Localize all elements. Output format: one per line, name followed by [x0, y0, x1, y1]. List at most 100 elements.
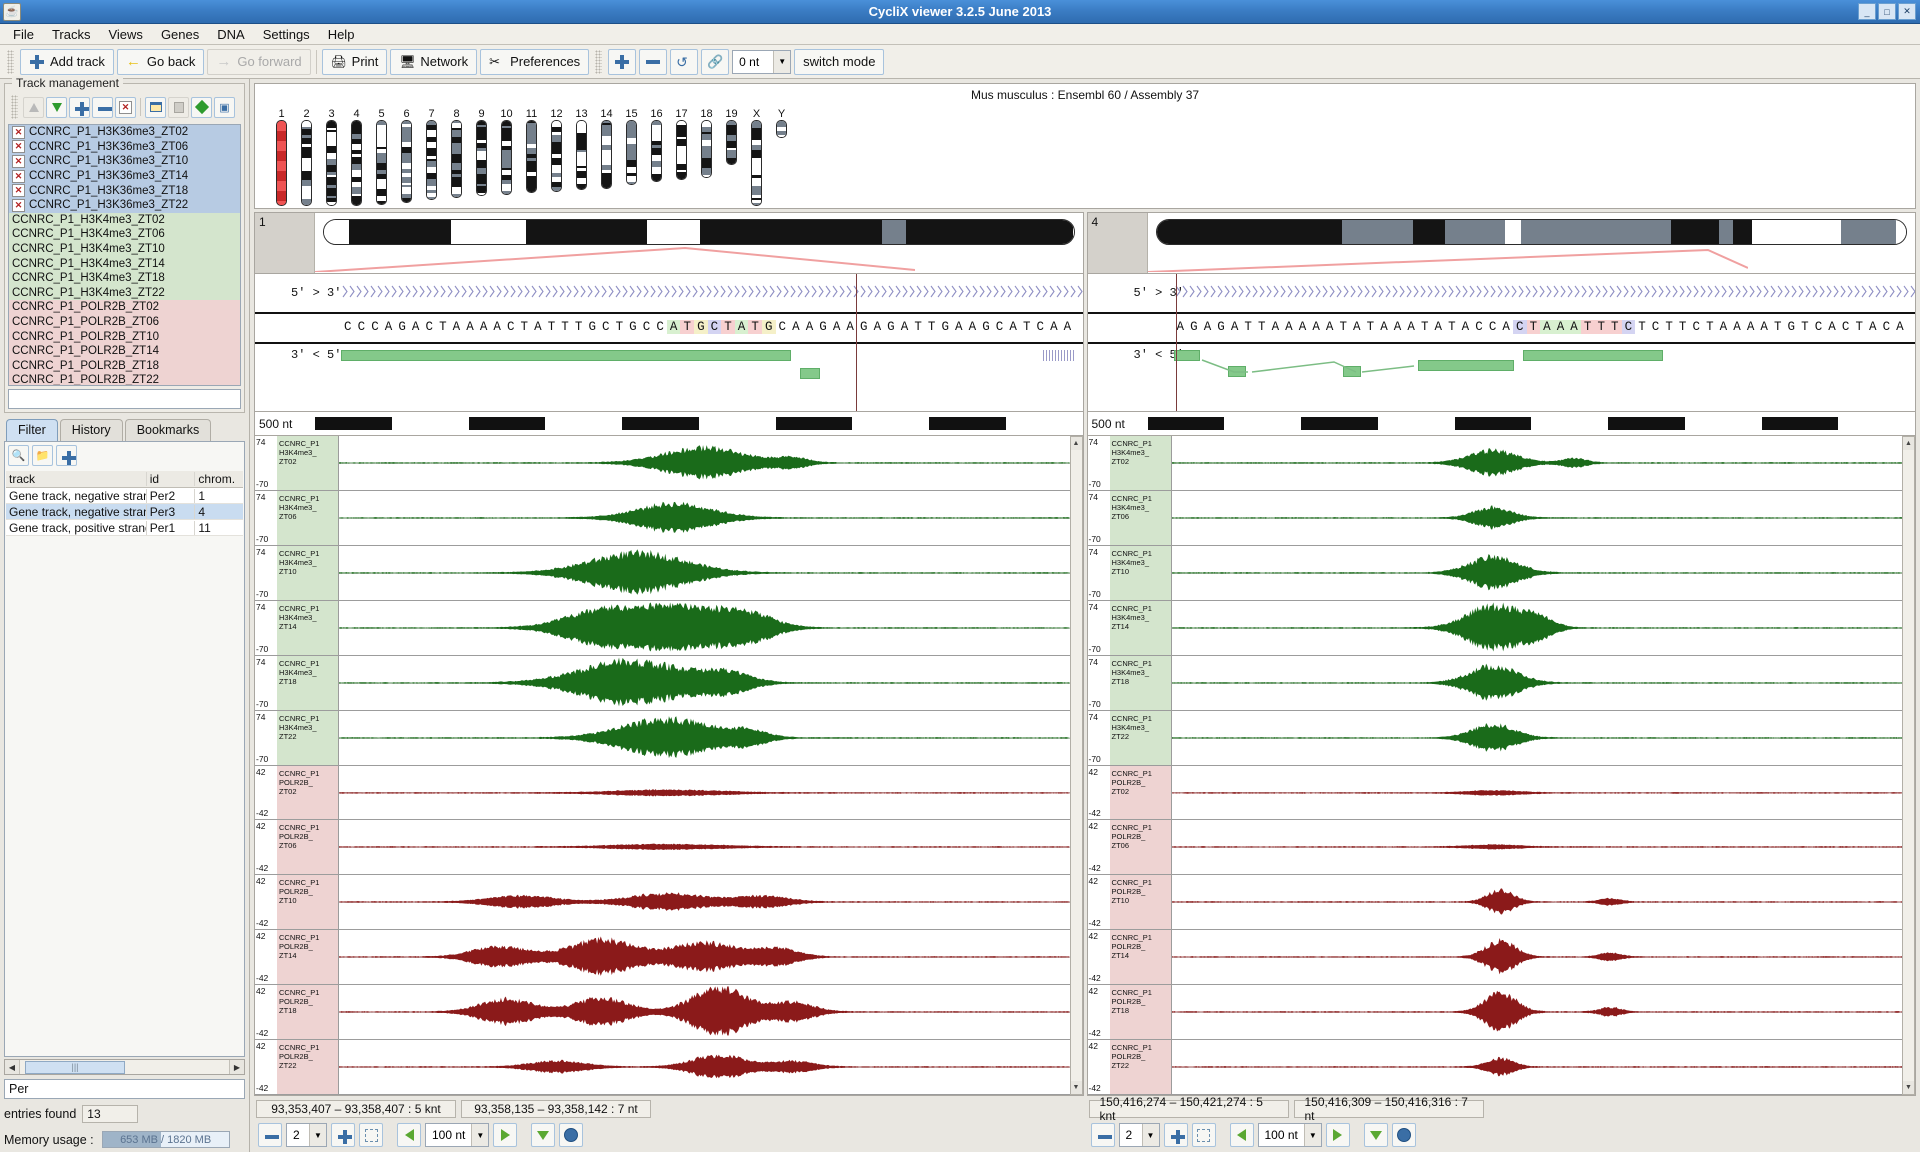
track-plot[interactable] — [1171, 766, 1902, 820]
signal-track[interactable]: 74 -70 CCNRC_P1 H3K4me3_ ZT10 — [1087, 545, 1902, 601]
menu-genes[interactable]: Genes — [152, 25, 208, 44]
track-close-icon[interactable]: ✕ — [12, 140, 25, 154]
signal-track[interactable]: 74 -70 CCNRC_P1 H3K4me3_ ZT06 — [1087, 490, 1902, 546]
chromosome-bands[interactable] — [326, 120, 337, 206]
track-name[interactable]: CCNRC_P1 H3K4me3_ ZT18 — [1109, 655, 1172, 710]
sequence-panel-right[interactable]: 5' > 3' AGAGATTAAAAATATAAATATACCACTAAATT… — [1086, 274, 1916, 412]
chromosome-ideogram-right[interactable]: 4 — [1086, 212, 1916, 274]
signal-track[interactable]: 42 -42 CCNRC_P1 POLR2B_ ZT02 — [255, 765, 1070, 821]
step-back-button-right[interactable] — [1229, 1123, 1254, 1147]
chromosome-bands[interactable] — [301, 120, 312, 206]
gene-feature[interactable] — [341, 350, 791, 361]
chromosome-4[interactable]: 4 — [344, 108, 369, 206]
track-name[interactable]: CCNRC_P1 H3K4me3_ ZT06 — [277, 490, 339, 545]
chromosome-bands[interactable] — [701, 120, 712, 178]
chromosome-1[interactable]: 1 — [269, 108, 294, 206]
search-button[interactable]: 🔍 — [8, 445, 29, 466]
scroll-down-icon[interactable]: ▼ — [1070, 1081, 1082, 1094]
track-name[interactable]: CCNRC_P1 POLR2B_ ZT22 — [277, 1040, 339, 1095]
add-track-small-button[interactable] — [69, 96, 90, 118]
signal-track[interactable]: 74 -70 CCNRC_P1 H3K4me3_ ZT18 — [255, 655, 1070, 711]
track-list-item[interactable]: ✕ CCNRC_P1_H3K36me3_ZT22 — [9, 197, 240, 213]
chromosome-bands[interactable] — [476, 120, 487, 196]
dna-sequence-left[interactable]: CCCAGACTAAAACTATTTGCTGCCATGCTATGCAAGAAGA… — [341, 314, 1075, 340]
sequence-panel-left[interactable]: 5' > 3' CCCAGACTAAAACTATTTGCTGCCATGCTATG… — [254, 274, 1084, 412]
signal-track[interactable]: 74 -70 CCNRC_P1 H3K4me3_ ZT22 — [255, 710, 1070, 766]
jump-down-button-right[interactable] — [1363, 1123, 1388, 1147]
jump-down-button-left[interactable] — [531, 1123, 556, 1147]
refresh-button[interactable]: ↺ — [670, 48, 699, 75]
toolbar-grip-2[interactable] — [595, 49, 603, 74]
preferences-button[interactable]: ✂ Preferences — [480, 48, 590, 75]
new-window-button[interactable] — [145, 96, 166, 118]
track-name[interactable]: CCNRC_P1 H3K4me3_ ZT14 — [1109, 600, 1172, 655]
chromosome-7[interactable]: 7 — [419, 108, 444, 206]
chromosome-17[interactable]: 17 — [669, 108, 694, 206]
dna-sequence-right[interactable]: AGAGATTAAAAATATAAATATACCACTAAATTTCTCTTCT… — [1174, 314, 1908, 340]
step-size-combo-right[interactable]: 100 nt ▼ — [1257, 1123, 1322, 1147]
chromosome-bands[interactable] — [526, 120, 537, 193]
track-list-item[interactable]: CCNRC_P1_H3K4me3_ZT22 — [9, 285, 240, 301]
chromosome-12[interactable]: 12 — [544, 108, 569, 206]
menu-views[interactable]: Views — [99, 25, 151, 44]
signal-track[interactable]: 74 -70 CCNRC_P1 H3K4me3_ ZT02 — [255, 436, 1070, 491]
signal-track[interactable]: 42 -42 CCNRC_P1 POLR2B_ ZT06 — [255, 820, 1070, 876]
chromosome-bands[interactable] — [426, 120, 437, 200]
tab-filter[interactable]: Filter — [6, 419, 58, 441]
tracks-area-left[interactable]: 74 -70 CCNRC_P1 H3K4me3_ ZT02 74 -70 CCNRC_P1 H3… — [254, 436, 1084, 1096]
move-up-button[interactable] — [23, 96, 44, 118]
chevron-down-icon[interactable]: ▼ — [773, 50, 791, 73]
track-close-icon[interactable]: ✕ — [12, 169, 25, 183]
track-plot[interactable] — [339, 930, 1070, 984]
track-name[interactable]: CCNRC_P1 POLR2B_ ZT14 — [1109, 930, 1172, 985]
step-back-button-left[interactable] — [397, 1123, 421, 1147]
signal-track[interactable]: 42 -42 CCNRC_P1 POLR2B_ ZT14 — [1087, 930, 1902, 986]
open-file-button[interactable]: 📁 — [32, 445, 53, 466]
track-list-item[interactable]: CCNRC_P1_POLR2B_ZT18 — [9, 358, 240, 374]
track-plot[interactable] — [339, 875, 1070, 929]
signal-track[interactable]: 42 -42 CCNRC_P1 POLR2B_ ZT10 — [1087, 875, 1902, 931]
signal-track[interactable]: 74 -70 CCNRC_P1 H3K4me3_ ZT06 — [255, 490, 1070, 546]
scrollbar-track[interactable] — [1903, 450, 1914, 1081]
chromosome-6[interactable]: 6 — [394, 108, 419, 206]
link-button[interactable]: 🔗 — [701, 48, 730, 75]
ideogram-right[interactable] — [1147, 213, 1916, 273]
track-plot[interactable] — [1171, 546, 1902, 600]
zoom-in-button[interactable] — [608, 48, 637, 75]
scroll-up-icon[interactable]: ▲ — [1070, 437, 1082, 450]
track-name[interactable]: CCNRC_P1 POLR2B_ ZT18 — [1109, 985, 1172, 1040]
zoom-in-button-right[interactable] — [1163, 1123, 1188, 1147]
menu-help[interactable]: Help — [319, 25, 364, 44]
track-name[interactable]: CCNRC_P1 H3K4me3_ ZT14 — [277, 600, 339, 655]
signal-track[interactable]: 74 -70 CCNRC_P1 H3K4me3_ ZT02 — [1087, 436, 1902, 491]
track-plot[interactable] — [339, 766, 1070, 820]
chromosome-bands[interactable] — [401, 120, 412, 203]
chromosome-bands[interactable] — [726, 120, 737, 165]
signal-track[interactable]: 74 -70 CCNRC_P1 H3K4me3_ ZT22 — [1087, 710, 1902, 766]
menu-dna[interactable]: DNA — [208, 25, 253, 44]
track-plot[interactable] — [339, 656, 1070, 710]
move-down-button[interactable] — [46, 96, 67, 118]
track-plot[interactable] — [339, 985, 1070, 1039]
chromosome-bands[interactable] — [651, 120, 662, 182]
signal-track[interactable]: 74 -70 CCNRC_P1 H3K4me3_ ZT14 — [255, 600, 1070, 656]
chromosome-2[interactable]: 2 — [294, 108, 319, 206]
chromosome-3[interactable]: 3 — [319, 108, 344, 206]
track-plot[interactable] — [1171, 711, 1902, 765]
zoom-out-button[interactable] — [639, 48, 668, 75]
track-list-item[interactable]: ✕ CCNRC_P1_H3K36me3_ZT14 — [9, 168, 240, 184]
chromosome-bands[interactable] — [626, 120, 637, 185]
track-plot[interactable] — [339, 711, 1070, 765]
chromosome-bands[interactable] — [601, 120, 612, 189]
signal-track[interactable]: 42 -42 CCNRC_P1 POLR2B_ ZT14 — [255, 930, 1070, 986]
track-plot[interactable] — [339, 1040, 1070, 1094]
tab-bookmarks[interactable]: Bookmarks — [124, 419, 212, 441]
track-name[interactable]: CCNRC_P1 POLR2B_ ZT14 — [277, 930, 339, 985]
chromosome-bands[interactable] — [376, 120, 387, 205]
track-list-item[interactable]: CCNRC_P1_POLR2B_ZT10 — [9, 329, 240, 344]
chevron-down-icon[interactable]: ▼ — [1141, 1124, 1159, 1146]
ruler-row-left[interactable]: 500 nt — [254, 412, 1084, 436]
signal-track[interactable]: 42 -42 CCNRC_P1 POLR2B_ ZT18 — [255, 985, 1070, 1041]
signal-track[interactable]: 42 -42 CCNRC_P1 POLR2B_ ZT22 — [255, 1040, 1070, 1095]
toolbar-grip[interactable] — [7, 49, 14, 74]
